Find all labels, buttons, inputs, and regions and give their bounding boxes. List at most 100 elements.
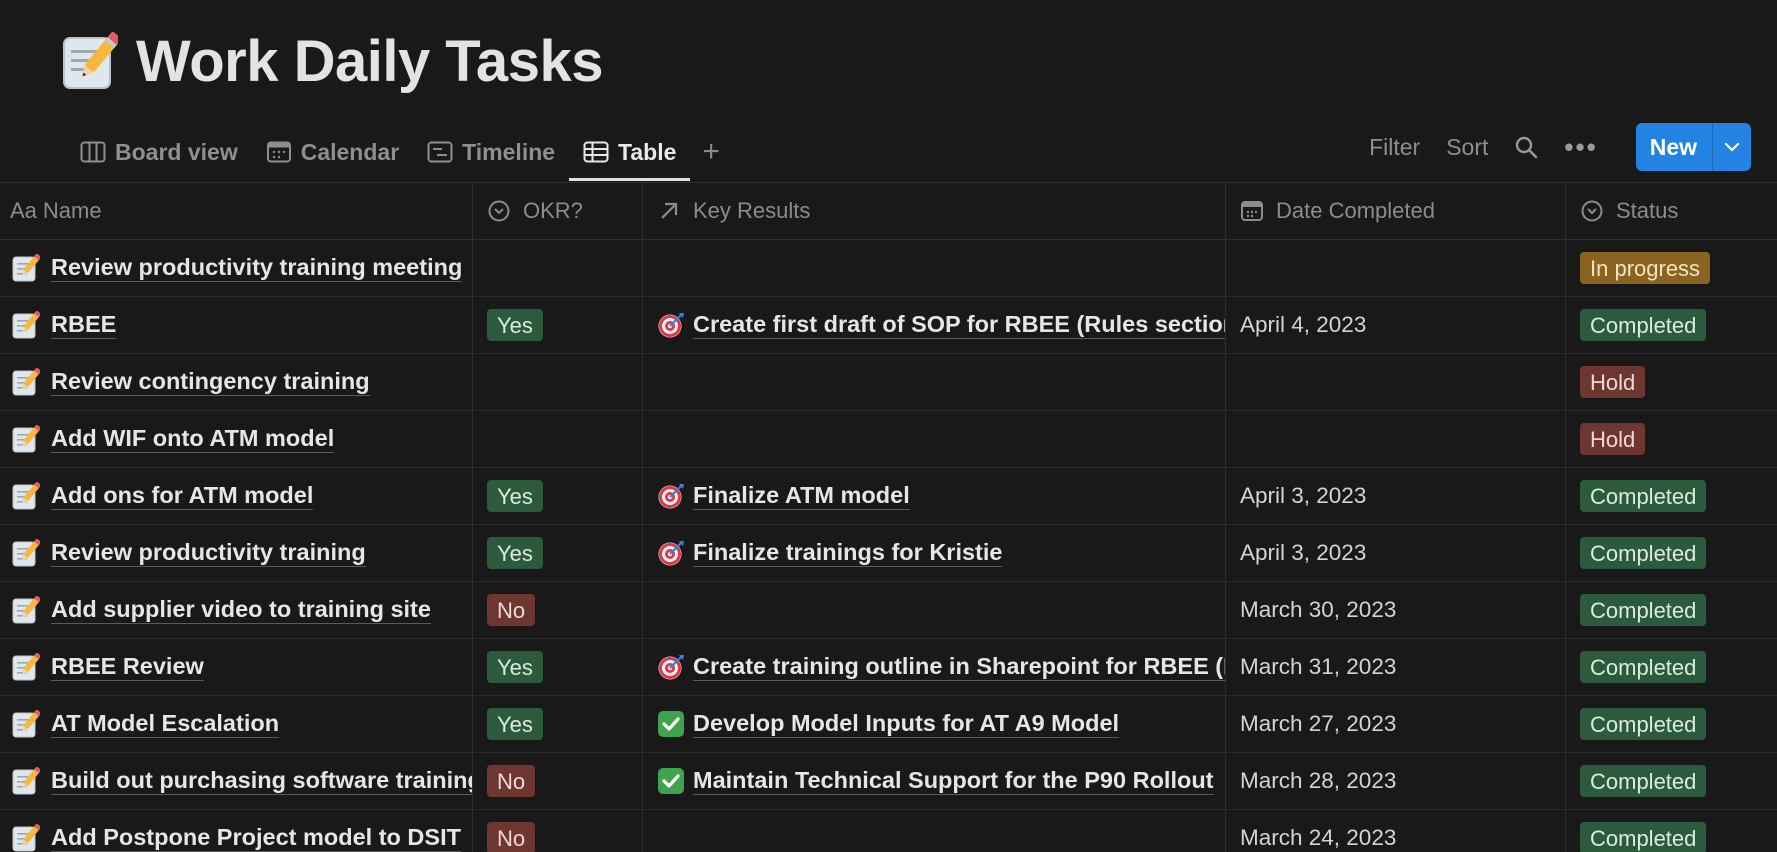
okr-cell[interactable] [473,411,643,467]
key-results-cell[interactable] [643,240,1226,296]
page-title[interactable]: Work Daily Tasks [136,28,603,95]
status-cell[interactable]: Completed [1566,639,1777,695]
column-header-okr[interactable]: OKR? [473,183,643,239]
table-row[interactable]: Add supplier video to training site No M… [0,582,1777,639]
key-results-cell[interactable]: Create first draft of SOP for RBEE (Rule… [643,297,1226,353]
task-name[interactable]: Build out purchasing software training [51,767,472,795]
task-name[interactable]: Add ons for ATM model [51,482,314,510]
key-results-cell[interactable]: Develop Model Inputs for AT A9 Model [643,696,1226,752]
date-cell[interactable]: March 31, 2023 [1226,639,1566,695]
task-name[interactable]: RBEE Review [51,653,204,681]
key-results-cell[interactable]: Create training outline in Sharepoint fo… [643,639,1226,695]
okr-cell[interactable]: Yes [473,468,643,524]
task-name[interactable]: Review contingency training [51,368,370,396]
chevron-down-icon[interactable] [1712,123,1751,171]
name-cell[interactable]: Review contingency training [0,354,473,410]
okr-cell[interactable] [473,354,643,410]
task-name[interactable]: Add WIF onto ATM model [51,425,335,453]
okr-cell[interactable]: No [473,582,643,638]
task-name[interactable]: AT Model Escalation [51,710,280,738]
table-row[interactable]: Review contingency training Hold [0,354,1777,411]
name-cell[interactable]: Review productivity training meeting [0,240,473,296]
status-cell[interactable]: Completed [1566,753,1777,809]
column-header-status[interactable]: Status [1566,183,1777,239]
status-cell[interactable]: Completed [1566,696,1777,752]
task-name[interactable]: Add supplier video to training site [51,596,431,624]
date-cell[interactable]: April 3, 2023 [1226,525,1566,581]
name-cell[interactable]: Build out purchasing software training [0,753,473,809]
key-results-cell[interactable] [643,810,1226,852]
name-cell[interactable]: AT Model Escalation [0,696,473,752]
status-cell[interactable]: Hold [1566,354,1777,410]
status-cell[interactable]: Completed [1566,297,1777,353]
date-cell[interactable]: March 27, 2023 [1226,696,1566,752]
date-cell[interactable]: March 28, 2023 [1226,753,1566,809]
task-name[interactable]: RBEE [51,311,117,339]
date-cell[interactable]: March 30, 2023 [1226,582,1566,638]
task-name[interactable]: Review productivity training meeting [51,254,463,282]
key-results-cell[interactable] [643,354,1226,410]
date-cell[interactable]: March 24, 2023 [1226,810,1566,852]
filter-button[interactable]: Filter [1369,134,1420,161]
key-results-cell[interactable] [643,411,1226,467]
add-view-button[interactable]: + [690,135,732,169]
name-cell[interactable]: Add ons for ATM model [0,468,473,524]
key-results-cell[interactable]: Finalize trainings for Kristie [643,525,1226,581]
table-row[interactable]: Add Postpone Project model to DSIT No Ma… [0,810,1777,852]
column-header-name[interactable]: Aa Name [0,183,473,239]
tab-calendar[interactable]: Calendar [252,126,413,178]
status-cell[interactable]: Completed [1566,582,1777,638]
table-row[interactable]: Build out purchasing software training N… [0,753,1777,810]
date-cell[interactable] [1226,240,1566,296]
task-name[interactable]: Review productivity training [51,539,366,567]
column-header-date-completed[interactable]: Date Completed [1226,183,1566,239]
table-row[interactable]: RBEE Review Yes Create training outline … [0,639,1777,696]
new-button[interactable]: New [1635,123,1712,171]
okr-cell[interactable]: No [473,810,643,852]
task-name[interactable]: Add Postpone Project model to DSIT [51,824,461,852]
key-results-cell[interactable] [643,582,1226,638]
table-row[interactable]: AT Model Escalation Yes Develop Model In… [0,696,1777,753]
key-result-link[interactable]: Finalize trainings for Kristie [693,539,1003,567]
memo-pencil-icon[interactable] [62,31,122,92]
date-cell[interactable]: April 4, 2023 [1226,297,1566,353]
column-header-key-results[interactable]: Key Results [643,183,1226,239]
name-cell[interactable]: Add supplier video to training site [0,582,473,638]
tab-table[interactable]: Table [569,126,691,181]
key-results-cell[interactable]: Maintain Technical Support for the P90 R… [643,753,1226,809]
tab-timeline[interactable]: Timeline [413,126,569,178]
date-cell[interactable]: April 3, 2023 [1226,468,1566,524]
key-result-link[interactable]: Develop Model Inputs for AT A9 Model [693,710,1120,738]
status-cell[interactable]: Completed [1566,468,1777,524]
okr-cell[interactable]: Yes [473,639,643,695]
search-icon[interactable] [1514,135,1538,159]
okr-cell[interactable]: Yes [473,525,643,581]
okr-cell[interactable] [473,240,643,296]
okr-cell[interactable]: Yes [473,696,643,752]
name-cell[interactable]: Review productivity training [0,525,473,581]
name-cell[interactable]: RBEE [0,297,473,353]
status-cell[interactable]: Completed [1566,525,1777,581]
status-cell[interactable]: Hold [1566,411,1777,467]
name-cell[interactable]: Add Postpone Project model to DSIT [0,810,473,852]
table-row[interactable]: Review productivity training Yes Finaliz… [0,525,1777,582]
key-results-cell[interactable]: Finalize ATM model [643,468,1226,524]
okr-cell[interactable]: Yes [473,297,643,353]
table-row[interactable]: RBEE Yes Create first draft of SOP for R… [0,297,1777,354]
table-row[interactable]: Add WIF onto ATM model Hold [0,411,1777,468]
date-cell[interactable] [1226,354,1566,410]
key-result-link[interactable]: Finalize ATM model [693,482,910,510]
name-cell[interactable]: Add WIF onto ATM model [0,411,473,467]
table-row[interactable]: Add ons for ATM model Yes Finalize ATM m… [0,468,1777,525]
status-cell[interactable]: Completed [1566,810,1777,852]
more-options-button[interactable]: ••• [1564,132,1597,163]
table-row[interactable]: Review productivity training meeting In … [0,240,1777,297]
name-cell[interactable]: RBEE Review [0,639,473,695]
key-result-link[interactable]: Create first draft of SOP for RBEE (Rule… [693,311,1225,339]
sort-button[interactable]: Sort [1446,134,1488,161]
status-cell[interactable]: In progress [1566,240,1777,296]
date-cell[interactable] [1226,411,1566,467]
key-result-link[interactable]: Create training outline in Sharepoint fo… [693,653,1225,681]
tab-board-view[interactable]: Board view [66,126,252,178]
okr-cell[interactable]: No [473,753,643,809]
